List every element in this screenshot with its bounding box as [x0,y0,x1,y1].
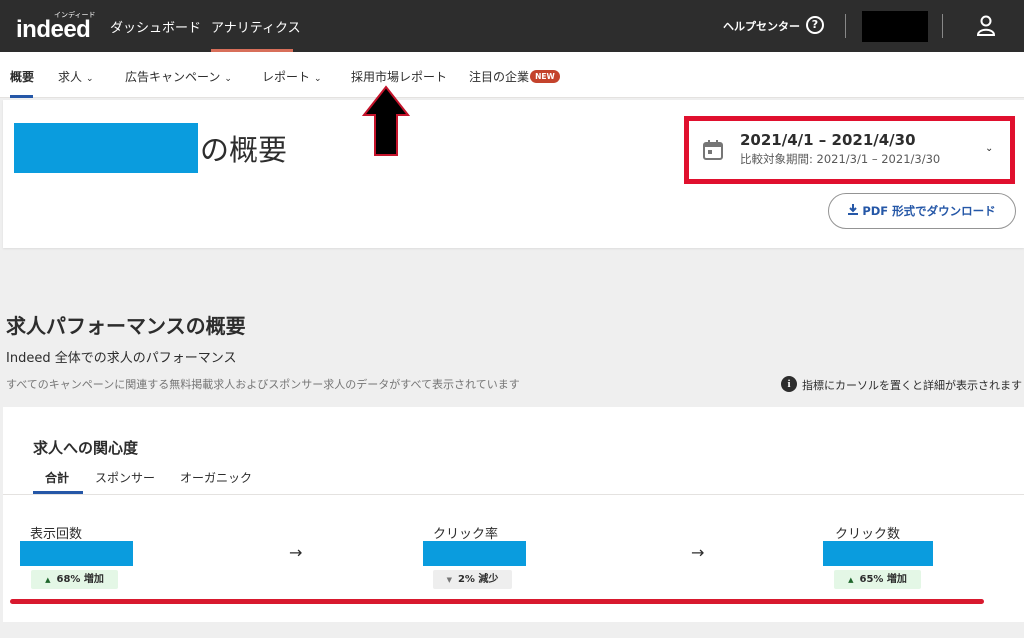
section-subtitle: Indeed 全体での求人のパフォーマンス [6,351,237,366]
help-icon[interactable]: ? [806,16,824,34]
job-interest-card [3,407,1024,622]
date-range-value: 2021/4/1 – 2021/4/30 [740,131,916,149]
compare-range-value: 比較対象期間: 2021/3/1 – 2021/3/30 [740,152,941,166]
logo-text: indeed [16,16,91,43]
date-range-picker[interactable] [684,116,1015,184]
divider [3,494,1024,495]
metric-label-ctr[interactable]: クリック率 [433,523,498,542]
indeed-logo[interactable]: インディード indeed [16,10,96,43]
subnav-hiring-market[interactable]: 採用市場レポート [351,68,447,85]
account-name-redacted[interactable] [862,11,928,42]
subnav-active-indicator [10,95,33,98]
subnav-featured-companies[interactable]: 注目の企業 [469,68,529,85]
tab-organic[interactable]: オーガニック [180,469,252,486]
subnav-jobs[interactable]: 求人 ⌄ [58,68,94,85]
chevron-down-icon: ⌄ [224,74,232,84]
metric-value-redacted [423,541,526,566]
chevron-down-icon: ⌄ [86,74,94,84]
download-icon [848,204,859,215]
arrow-down-icon: ▼ [446,576,452,584]
subnav-campaigns[interactable]: 広告キャンペーン ⌄ [125,68,232,85]
card-title: 求人への関心度 [33,439,139,457]
change-text: 68% 増加 [56,574,104,585]
nav-analytics[interactable]: アナリティクス [211,17,301,52]
tab-sponsored[interactable]: スポンサー [95,469,155,486]
metric-label-impressions[interactable]: 表示回数 [30,523,82,542]
hover-hint: 指標にカーソルを置くと詳細が表示されます [802,379,1022,392]
help-center-link[interactable]: ヘルプセンター [723,18,800,34]
new-badge: NEW [530,70,560,83]
chevron-down-icon: ⌄ [314,74,322,84]
pdf-download-button[interactable]: PDF 形式でダウンロード [828,193,1016,229]
metric-value-redacted [20,541,133,566]
divider [942,14,943,38]
nav-dashboard[interactable]: ダッシュボード [110,17,201,36]
section-note: すべてのキャンペーンに関連する無料掲載求人およびスポンサー求人のデータがすべて表… [6,378,520,391]
status-badge: ▲ 68% 増加 [31,570,118,589]
change-text: 2% 減少 [457,574,499,585]
annotation-underline [10,599,984,604]
user-icon[interactable] [976,15,996,37]
arrow-right-icon: → [691,543,705,562]
subnav-reports-label: レポート [262,70,311,84]
subnav-reports[interactable]: レポート ⌄ [262,68,322,85]
change-text: 65% 増加 [859,574,907,585]
status-badge: ▼ 2% 減少 [433,570,512,589]
calendar-icon [703,140,723,160]
page-title: の概要 [200,133,288,167]
info-icon: i [781,376,797,392]
subnav-jobs-label: 求人 [58,70,83,84]
section-title: 求人パフォーマンスの概要 [6,314,246,338]
metric-value-redacted [823,541,933,566]
pdf-download-label: PDF 形式でダウンロード [862,204,996,218]
subnav-overview[interactable]: 概要 [10,68,34,85]
arrow-up-icon: ▲ [45,576,51,584]
company-name-redacted [14,123,198,173]
divider [845,14,846,38]
metric-label-clicks[interactable]: クリック数 [835,523,900,542]
arrow-right-icon: → [289,543,303,562]
subnav-campaigns-label: 広告キャンペーン [125,70,221,84]
tab-total[interactable]: 合計 [45,469,69,486]
annotation-arrow [362,85,410,156]
arrow-up-icon: ▲ [848,576,854,584]
chevron-down-icon: ⌄ [985,143,994,154]
status-badge: ▲ 65% 増加 [834,570,921,589]
